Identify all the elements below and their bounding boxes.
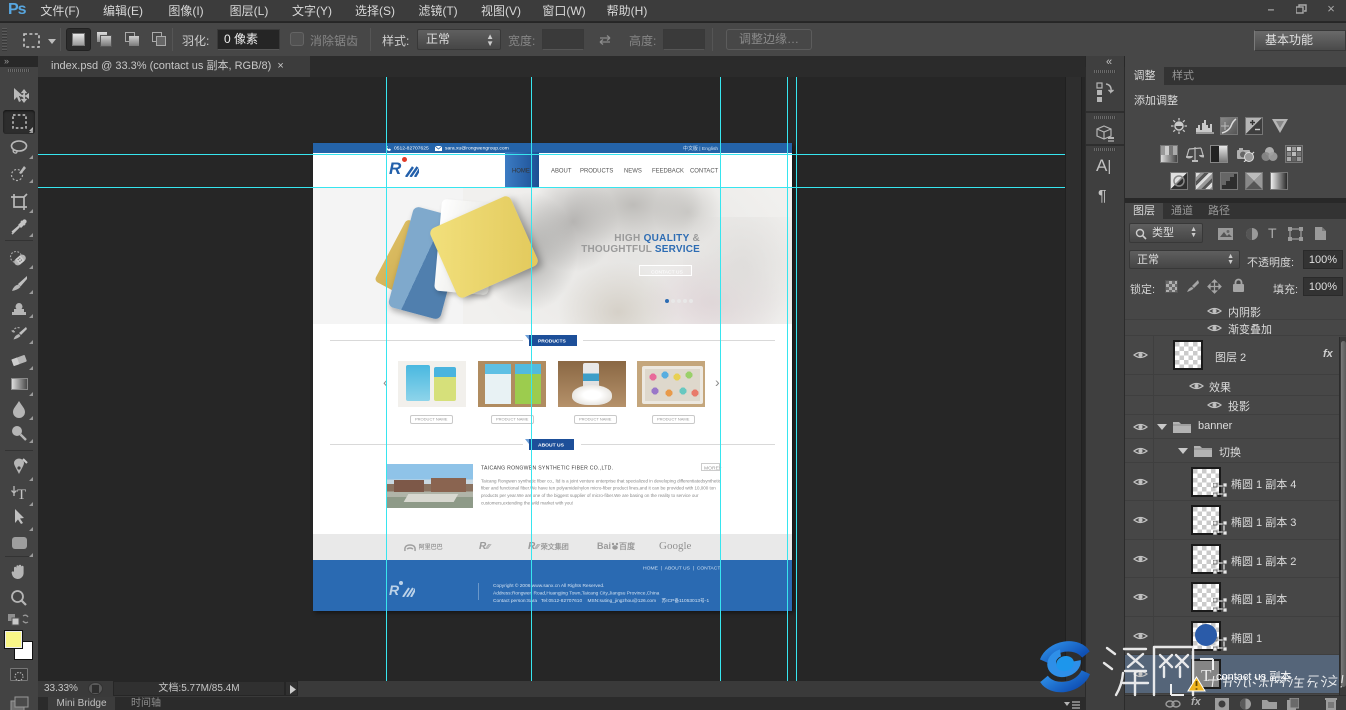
svg-text:T: T <box>17 487 26 502</box>
